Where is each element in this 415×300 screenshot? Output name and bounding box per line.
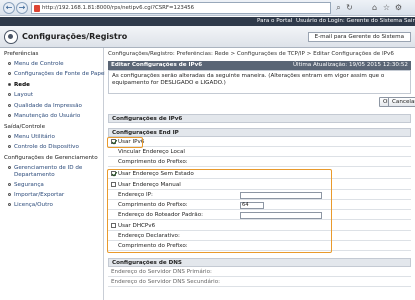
bullet-icon [8, 104, 11, 107]
sidebar-item-print-quality[interactable]: Qualidade da Impressão [8, 103, 82, 109]
sidebar-item-security[interactable]: Segurança [8, 182, 44, 188]
notice-text: As configurações serão alteradas da segu… [108, 70, 411, 94]
bullet-icon [8, 203, 11, 206]
dns-primary-row: Endereço do Servidor DNS Primário: [108, 268, 411, 277]
sidebar-item-user-maintenance[interactable]: Manutenção do Usuário [8, 113, 80, 119]
last-update: Última Atualização: 19/05 2015 12:30:52 [292, 62, 408, 68]
sidebar-item-network[interactable]: Rede [8, 82, 30, 88]
bullet-icon [8, 93, 11, 96]
browser-toolbar: ← → http://192.168.1.81:8000/rps/netipv6… [0, 0, 415, 16]
bullet-icon [8, 183, 11, 186]
page-title: Configurações/Registro [22, 32, 128, 41]
sidebar-item-import-export[interactable]: Importar/Exportar [8, 192, 64, 198]
bullet-icon [8, 145, 11, 148]
bullet-icon [8, 72, 11, 75]
section-end-ip: Configurações End IP [108, 128, 411, 137]
address-bar[interactable]: http://192.168.1.81:8000/rps/netipv6.cgi… [31, 2, 331, 14]
edit-title-bar: Editar Configurações de IPv6 Última Atua… [108, 61, 411, 70]
section-ipv6: Configurações de IPv6 [108, 114, 411, 123]
gear-icon[interactable]: ⚙ [394, 3, 403, 12]
sidebar-item-department-id[interactable]: Gerenciamento de ID de [8, 165, 82, 171]
bullet-icon [8, 135, 11, 138]
sidebar-item-utility-menu[interactable]: Menu Utilitário [8, 134, 55, 140]
back-arrow-icon[interactable]: ← [3, 2, 15, 14]
portal-link[interactable]: Para o Portal [257, 18, 292, 24]
sidebar-item-layout[interactable]: Layout [8, 92, 33, 98]
prefix-length-row-1: Comprimento do Prefixo: [108, 158, 411, 167]
forward-arrow-icon[interactable]: → [16, 2, 28, 14]
highlight-use-ipv6 [107, 137, 143, 148]
sidebar-heading-output: Saída/Controle [4, 124, 46, 130]
email-system-manager-button[interactable]: E-mail para Gerente do Sistema [307, 32, 411, 42]
bullet-icon [8, 83, 11, 86]
sidebar-heading-management: Configurações de Gerenciamento [4, 155, 98, 161]
sidebar-heading-preferences: Preferências [4, 51, 39, 57]
edit-title: Editar Configurações de IPv6 [111, 62, 203, 68]
top-bar: Para o Portal Usuário do Login: Gerente … [0, 17, 415, 26]
main-content: Configurações/Registro: Preferências: Re… [105, 48, 415, 300]
refresh-icon[interactable]: ↻ [345, 3, 354, 12]
section-dns: Configurações de DNS [108, 258, 411, 267]
favorites-star-icon[interactable]: ☆ [382, 3, 391, 12]
sidebar-item-device-control[interactable]: Controle do Dispositivo [8, 144, 79, 150]
bullet-icon [8, 62, 11, 65]
search-icon[interactable]: ⌕ [334, 3, 343, 12]
dns-secondary-row: Endereço do Servidor DNS Secundário: [108, 278, 411, 287]
sidebar-item-department-id-cont[interactable]: Departamento [14, 172, 55, 178]
site-icon [34, 5, 40, 12]
cancel-button[interactable]: Cancelar [388, 97, 415, 107]
settings-logo-icon [4, 30, 18, 44]
sidebar: Preferências Menu de Controle Configuraç… [0, 48, 106, 300]
home-icon[interactable]: ⌂ [370, 3, 379, 12]
sidebar-item-license[interactable]: Licença/Outro [8, 202, 53, 208]
use-ipv6-row: Usar IPv6 [108, 138, 411, 147]
address-url: http://192.168.1.81:8000/rps/netipv6.cgi… [42, 5, 195, 11]
sidebar-item-paper-source[interactable]: Configurações de Fonte de Papel [8, 71, 106, 77]
bullet-icon [8, 166, 11, 169]
login-user-text: Usuário do Login: Gerente do Sistema Sai… [296, 18, 415, 24]
app-header: Configurações/Registro E-mail para Geren… [0, 26, 415, 48]
bullet-icon [8, 193, 11, 196]
highlight-address-options [107, 169, 332, 253]
sidebar-item-control-menu[interactable]: Menu de Controle [8, 61, 64, 67]
link-local-row: Vincular Endereço Local [108, 148, 411, 157]
breadcrumb: Configurações/Registro: Preferências: Re… [108, 51, 394, 57]
bullet-icon [8, 114, 11, 117]
